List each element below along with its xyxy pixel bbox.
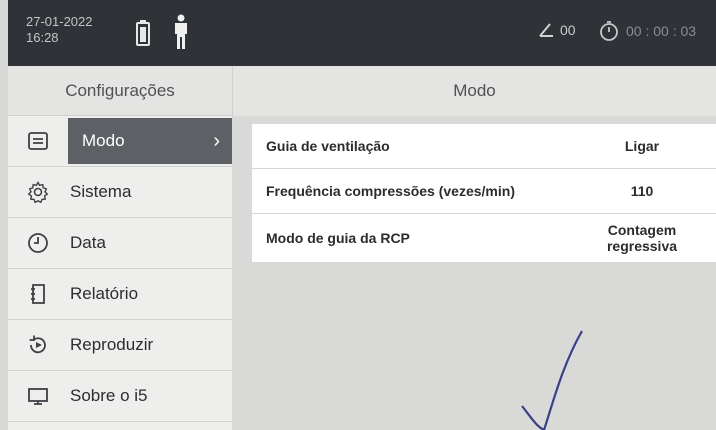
angle-value: 00 — [560, 22, 576, 38]
menu-item-sistema[interactable]: Sistema — [8, 167, 232, 218]
angle-icon — [539, 23, 553, 37]
menu-item-modo[interactable]: Modo › — [8, 116, 232, 167]
menu-item-label: Data — [70, 233, 106, 252]
angle-indicator: 00 — [538, 22, 576, 38]
stopwatch-icon — [600, 21, 618, 41]
adult-patient-icon — [175, 14, 187, 49]
setting-row-cpr-guide-mode[interactable]: Modo de guia da RCP Contagem regressiva — [252, 214, 716, 262]
menu-item-data[interactable]: Data — [8, 218, 232, 269]
battery-icon — [136, 20, 150, 46]
panel-title: Modo — [232, 66, 716, 116]
setting-label: Guia de ventilação — [266, 138, 390, 154]
timer-indicator: 00 : 00 : 03 — [598, 20, 696, 42]
settings-menu-title: Configurações — [8, 66, 232, 116]
menu-item-label: Reproduzir — [70, 335, 154, 354]
chevron-right-icon: › — [213, 129, 220, 152]
monitor-icon — [18, 371, 58, 422]
menu-item-label: Relatório — [70, 284, 139, 303]
device-screen: 27-01-2022 16:28 00 00 : 00 : 03 Configu… — [8, 0, 716, 430]
menu-item-modo-highlight: Modo › — [68, 118, 232, 164]
settings-menu: Configurações Modo › Sistema Data Relató… — [8, 66, 232, 430]
menu-item-sobre[interactable]: Sobre o i5 — [8, 371, 232, 422]
menu-item-label: Modo — [82, 131, 125, 150]
timer-value: 00 : 00 : 03 — [626, 23, 697, 39]
menu-item-relatorio[interactable]: Relatório — [8, 269, 232, 320]
clock-icon — [18, 218, 58, 269]
setting-row-compression-rate[interactable]: Frequência compressões (vezes/min) 110 — [252, 169, 716, 214]
gear-icon — [18, 167, 58, 218]
settings-list: Guia de ventilação Ligar Frequência comp… — [252, 124, 716, 262]
list-icon — [18, 116, 58, 167]
setting-row-ventilation-guide[interactable]: Guia de ventilação Ligar — [252, 124, 716, 169]
pen-mark — [521, 330, 583, 430]
mode-settings-panel: Modo Guia de ventilação Ligar Frequência… — [232, 66, 716, 430]
setting-value[interactable]: Contagem regressiva — [582, 222, 702, 254]
setting-value[interactable]: Ligar — [582, 138, 702, 154]
time-text: 16:28 — [26, 30, 59, 45]
setting-value[interactable]: 110 — [582, 183, 702, 199]
report-icon — [18, 269, 58, 320]
menu-item-label: Sistema — [70, 182, 132, 201]
setting-label: Frequência compressões (vezes/min) — [266, 183, 515, 199]
menu-item-reproduzir[interactable]: Reproduzir — [8, 320, 232, 371]
setting-label: Modo de guia da RCP — [266, 230, 410, 246]
menu-item-label: Sobre o i5 — [70, 386, 148, 405]
status-bar: 27-01-2022 16:28 00 00 : 00 : 03 — [8, 0, 716, 66]
date-text: 27-01-2022 — [26, 14, 93, 29]
replay-icon — [18, 320, 58, 371]
date-time: 27-01-2022 16:28 — [26, 14, 93, 46]
